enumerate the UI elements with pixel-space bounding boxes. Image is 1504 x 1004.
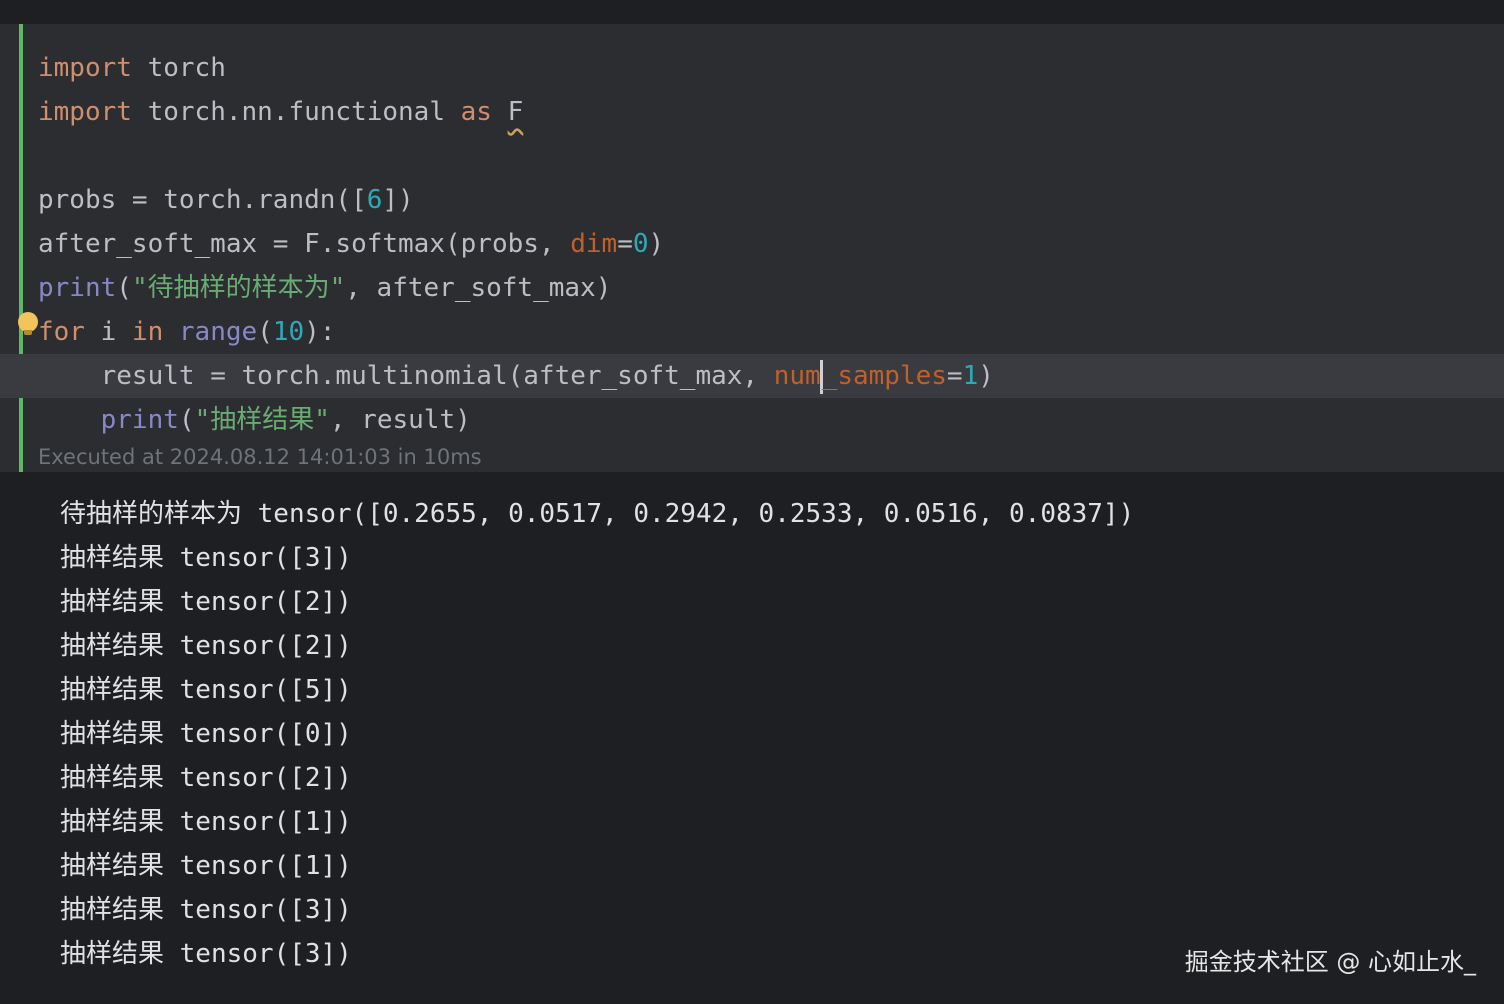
keyword: import [38,53,132,83]
builtin-function: range [178,317,258,347]
code-line-6[interactable]: print("待抽样的样本为", after_soft_max) [38,266,611,310]
code-text: probs = torch.randn([ [38,185,367,215]
number: 1 [962,361,979,391]
code-line-8-current[interactable]: result = torch.multinomial(after_soft_ma… [0,354,1504,398]
output-line: 抽样结果 tensor([2]) [60,763,352,793]
output-line: 抽样结果 tensor([3]) [60,543,352,573]
watermark: 掘金技术社区 @ 心如止水_ [1184,948,1476,976]
number: 10 [272,317,305,347]
number: 6 [366,185,383,215]
output-line: 抽样结果 tensor([0]) [60,719,352,749]
lightbulb-icon[interactable] [18,312,38,335]
keyword: as [460,97,492,127]
code-text: = [617,229,633,259]
output-line: 抽样结果 tensor([5]) [60,675,352,705]
code-text: , result) [329,405,471,435]
string-literal: "待抽样的样本为" [131,273,346,303]
keyword: for [38,317,85,347]
parameter-name: _samples [821,361,947,391]
code-line-9[interactable]: print("抽样结果", result) [38,398,471,442]
keyword: in [131,317,164,347]
code-line-2[interactable]: import torch.nn.functional as F [38,90,523,134]
code-text: , after_soft_max) [345,273,612,303]
execution-info: Executed at 2024.08.12 14:01:03 in 10ms [38,445,482,469]
output-line: 抽样结果 tensor([3]) [60,939,352,969]
code-cell[interactable]: import torch import torch.nn.functional … [0,24,1504,472]
output-line: 抽样结果 tensor([2]) [60,631,352,661]
number: 0 [632,229,649,259]
code-text: ( [178,405,195,435]
builtin-function: print [38,273,117,303]
keyword: import [38,97,132,127]
output-line: 抽样结果 tensor([2]) [60,587,352,617]
cell-output: 待抽样的样本为 tensor([0.2655, 0.0517, 0.2942, … [60,492,1134,976]
cell-status-indicator [19,24,23,472]
code-line-7[interactable]: for i in range(10): [38,310,335,354]
output-line: 抽样结果 tensor([1]) [60,851,352,881]
builtin-function: print [100,405,179,435]
parameter-name: dim [570,229,618,259]
code-text: ) [978,361,994,391]
output-line: 待抽样的样本为 tensor([0.2655, 0.0517, 0.2942, … [60,499,1135,529]
code-text: ]) [382,185,414,215]
alias-with-warning[interactable]: F [508,97,524,127]
code-text: = [946,361,963,391]
code-text: after_soft_max = F.softmax(probs, [38,229,571,259]
code-text: torch.nn.functional [131,97,461,127]
parameter-name: num [773,361,821,391]
code-text: ( [257,317,273,347]
string-literal: "抽样结果" [194,405,330,435]
code-text: i [84,317,132,347]
output-line: 抽样结果 tensor([1]) [60,807,352,837]
code-text: ( [116,273,132,303]
code-line-1[interactable]: import torch [38,46,226,90]
code-text: torch [131,53,226,83]
code-text: result = torch.multinomial(after_soft_ma… [100,361,774,391]
code-line-5[interactable]: after_soft_max = F.softmax(probs, dim=0) [38,222,664,266]
code-text: ) [648,229,665,259]
code-line-4[interactable]: probs = torch.randn([6]) [38,178,414,222]
code-text: ): [304,317,336,347]
output-line: 抽样结果 tensor([3]) [60,895,352,925]
